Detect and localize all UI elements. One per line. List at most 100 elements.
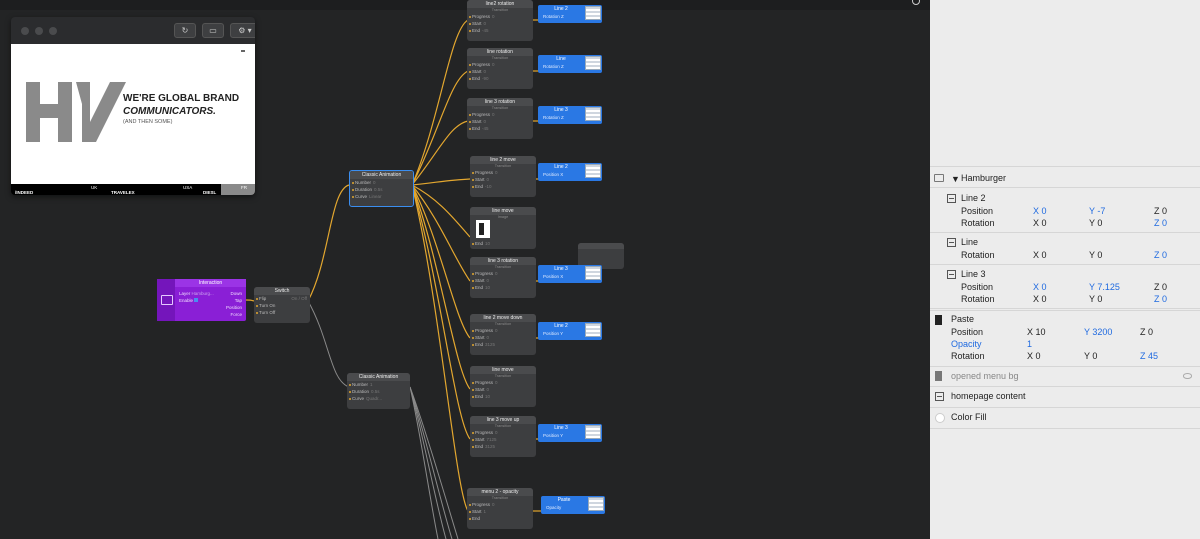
layer-output-node[interactable]: Line Rotation Z bbox=[538, 55, 602, 73]
interaction-tap-port[interactable]: Tap bbox=[235, 297, 242, 304]
transition-node[interactable]: line 2 move Transition Progress 0 Start 0 End -… bbox=[470, 156, 536, 197]
viewer-titlebar[interactable]: ↻ ▭ ⚙ ▾ bbox=[11, 17, 255, 44]
c1-number-port[interactable]: Number 0 bbox=[350, 179, 413, 186]
transition-end-port[interactable]: End 10 bbox=[470, 393, 536, 400]
camera-icon[interactable]: ▭ bbox=[202, 23, 224, 38]
property-x[interactable]: X 0 bbox=[1033, 206, 1047, 216]
transition-progress-port[interactable]: Progress 0 bbox=[467, 13, 533, 20]
layer-output-node[interactable]: Line 3 Position X bbox=[538, 265, 602, 283]
interaction-position-port[interactable]: Position bbox=[226, 304, 242, 311]
transition-progress-port[interactable]: Progress 0 bbox=[467, 61, 533, 68]
transition-node[interactable]: line 2 move down Transition Progress 0 Start… bbox=[470, 314, 536, 355]
transition-start-port[interactable]: Start 0 bbox=[467, 118, 533, 125]
close-dot[interactable] bbox=[21, 27, 29, 35]
zoom-dot[interactable] bbox=[49, 27, 57, 35]
transition-end-port[interactable]: End 10 bbox=[470, 284, 536, 291]
layer-homepage-content[interactable]: homepage content bbox=[951, 391, 1026, 401]
transition-start-port[interactable]: Start 0 bbox=[470, 176, 536, 183]
transition-end-port[interactable]: End 3125 bbox=[470, 443, 536, 450]
image-node-line-move[interactable]: line move Image End 10 bbox=[470, 207, 536, 249]
transition-end-port[interactable]: End -45 bbox=[467, 125, 533, 132]
transition-progress-port[interactable]: Progress 0 bbox=[470, 429, 536, 436]
layer-output-node[interactable]: Paste Opacity bbox=[541, 496, 605, 514]
layer-output-node[interactable]: Line 3 Position Y bbox=[538, 424, 602, 442]
property-y[interactable]: Y 0 bbox=[1089, 294, 1102, 304]
layer-output-node[interactable]: Line 2 Position Y bbox=[538, 322, 602, 340]
classic-animation-node-1[interactable]: Classic Animation Number 0 Duration 0.5s C… bbox=[349, 170, 414, 207]
interaction-down-port[interactable]: Down bbox=[230, 290, 242, 297]
classic-animation-node-2[interactable]: Classic Animation Number 1 Duration 0.5s C… bbox=[347, 373, 410, 409]
switch-node[interactable]: Switch Flip On / Off Turn On Turn Off bbox=[254, 287, 310, 323]
enable-checkbox[interactable] bbox=[194, 298, 199, 302]
transition-progress-port[interactable]: Progress 0 bbox=[467, 111, 533, 118]
transition-end-port[interactable]: End -10 bbox=[470, 183, 536, 190]
switch-turn-off-port[interactable]: Turn Off bbox=[254, 309, 310, 316]
paste-position-x[interactable]: X 10 bbox=[1027, 327, 1046, 337]
transition-node[interactable]: line rotation Transition Progress 0 Start 0 En… bbox=[467, 48, 533, 89]
property-y[interactable]: Y 7.125 bbox=[1089, 282, 1120, 292]
c2-number-port[interactable]: Number 1 bbox=[347, 381, 410, 388]
switch-flip-port[interactable]: Flip On / Off bbox=[254, 295, 310, 302]
disclosure-triangle-icon[interactable]: ▼ bbox=[951, 174, 960, 184]
transition-node[interactable]: menu 2 - opacity Transition Progress 0 Start… bbox=[467, 488, 533, 529]
transition-end-port[interactable]: End -90 bbox=[467, 75, 533, 82]
property-x[interactable]: X 0 bbox=[1033, 282, 1047, 292]
property-x[interactable]: X 0 bbox=[1033, 294, 1047, 304]
patch-canvas[interactable]: Interaction Layer Hamburg... Enable Down… bbox=[0, 0, 930, 539]
interaction-layer-value[interactable]: Hamburg... bbox=[192, 291, 214, 296]
layer-paste[interactable]: Paste bbox=[951, 314, 974, 324]
paste-rotation-y[interactable]: Y 0 bbox=[1084, 351, 1097, 361]
transition-start-port[interactable]: Start 0 bbox=[470, 386, 536, 393]
layer-output-node[interactable]: Line 2 Rotation Z bbox=[538, 5, 602, 23]
transition-progress-port[interactable]: Progress 0 bbox=[470, 327, 536, 334]
layer-output-node[interactable]: Line 2 Position X bbox=[538, 163, 602, 181]
property-y[interactable]: Y 0 bbox=[1089, 250, 1102, 260]
c1-curve-port[interactable]: Curve Linear bbox=[350, 193, 413, 200]
paste-position-z[interactable]: Z 0 bbox=[1140, 327, 1153, 337]
property-y[interactable]: Y -7 bbox=[1089, 206, 1105, 216]
interaction-node[interactable]: Interaction Layer Hamburg... Enable Down… bbox=[157, 279, 246, 321]
transition-start-port[interactable]: Start 0 bbox=[467, 68, 533, 75]
transition-end-port[interactable]: End 3125 bbox=[470, 341, 536, 348]
interaction-force-port[interactable]: Force bbox=[230, 311, 242, 318]
transition-progress-port[interactable]: Progress 0 bbox=[470, 169, 536, 176]
property-y[interactable]: Y 0 bbox=[1089, 218, 1102, 228]
viewer-screen[interactable]: WE'RE GLOBAL BRAND COMMUNICATORS. (AND T… bbox=[11, 44, 255, 184]
transition-end-port[interactable]: End bbox=[467, 515, 533, 522]
property-x[interactable]: X 0 bbox=[1033, 218, 1047, 228]
hamburger-icon[interactable] bbox=[241, 50, 245, 52]
paste-rotation-z[interactable]: Z 45 bbox=[1140, 351, 1158, 361]
property-z[interactable]: Z 0 bbox=[1154, 218, 1167, 228]
transition-start-port[interactable]: Start 7125 bbox=[470, 436, 536, 443]
property-z[interactable]: Z 0 bbox=[1154, 206, 1167, 216]
paste-position-y[interactable]: Y 3200 bbox=[1084, 327, 1112, 337]
layer-opened-menu-bg[interactable]: opened menu bg bbox=[951, 371, 1019, 381]
transition-node[interactable]: line 3 rotation Transition Progress 0 Start 0… bbox=[467, 98, 533, 139]
layer-color-fill[interactable]: Color Fill bbox=[951, 412, 987, 422]
property-z[interactable]: Z 0 bbox=[1154, 250, 1167, 260]
gear-icon[interactable]: ⚙ ▾ bbox=[230, 23, 255, 38]
transition-start-port[interactable]: Start 1 bbox=[467, 508, 533, 515]
layer-name[interactable]: Line 3 bbox=[961, 269, 986, 279]
image-end-port[interactable]: End 10 bbox=[470, 240, 490, 247]
layer-name[interactable]: Line bbox=[961, 237, 978, 247]
transition-progress-port[interactable]: Progress 0 bbox=[467, 501, 533, 508]
paste-rotation-x[interactable]: X 0 bbox=[1027, 351, 1041, 361]
transition-node[interactable]: line 3 rotation Transition Progress 0 Start 0… bbox=[470, 257, 536, 298]
refresh-icon[interactable]: ↻ bbox=[174, 23, 196, 38]
viewer-window[interactable]: ↻ ▭ ⚙ ▾ WE'RE GLOBAL BRAND COMMUNICATORS… bbox=[11, 17, 255, 195]
property-z[interactable]: Z 0 bbox=[1154, 282, 1167, 292]
transition-node[interactable]: line 3 move up Transition Progress 0 Start 71… bbox=[470, 416, 536, 457]
paste-opacity-value[interactable]: 1 bbox=[1027, 339, 1032, 349]
property-x[interactable]: X 0 bbox=[1033, 250, 1047, 260]
transition-node[interactable]: line move Transition Progress 0 Start 0 End 10 bbox=[470, 366, 536, 407]
transition-start-port[interactable]: Start 0 bbox=[470, 334, 536, 341]
eye-icon[interactable] bbox=[1183, 373, 1192, 379]
minimize-dot[interactable] bbox=[35, 27, 43, 35]
c2-curve-port[interactable]: Curve Quadr... bbox=[347, 395, 410, 402]
transition-start-port[interactable]: Start 0 bbox=[467, 20, 533, 27]
c1-duration-port[interactable]: Duration 0.5s bbox=[350, 186, 413, 193]
transition-start-port[interactable]: Start 0 bbox=[470, 277, 536, 284]
layer-inspector[interactable]: ▼ Hamburger Paste Position X 10 Y 3200 Z… bbox=[930, 0, 1200, 539]
transition-progress-port[interactable]: Progress 0 bbox=[470, 270, 536, 277]
